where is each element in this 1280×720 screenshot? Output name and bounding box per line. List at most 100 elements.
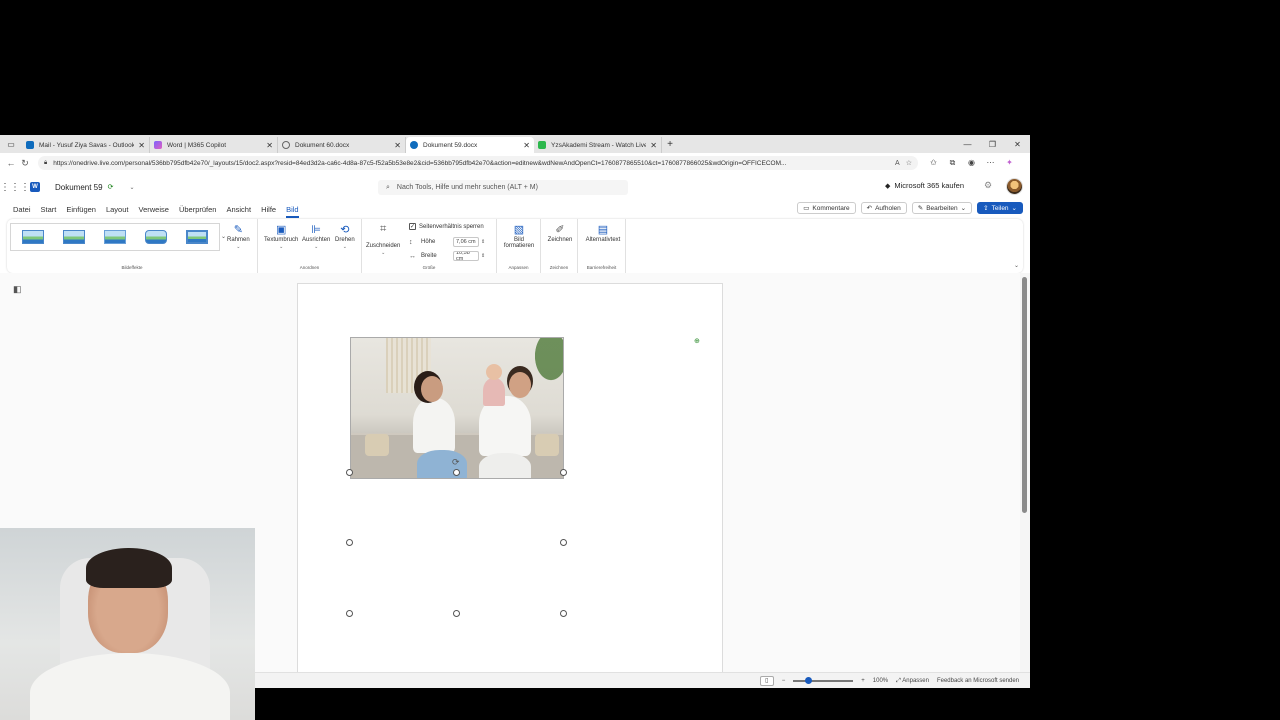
resize-handle-left[interactable] (346, 539, 353, 546)
align-button[interactable]: ⊫ Ausrichten ⌄ (302, 223, 330, 250)
share-label: Teilen (991, 204, 1009, 212)
rotate-button[interactable]: ⟲ Drehen ⌄ (335, 223, 355, 250)
lock-aspect-checkbox[interactable]: ✓ Seitenverhältnis sperren (409, 223, 484, 230)
tab-dokument-59[interactable]: Dokument 59.docx ✕ (406, 137, 534, 153)
close-icon[interactable]: ✕ (394, 141, 401, 150)
edit-mode-button[interactable]: ✎ Bearbeiten ⌄ (911, 202, 973, 214)
crop-button[interactable]: ⌗ Zuschneiden ⌄ (366, 223, 400, 256)
tab-word-copilot[interactable]: Word | M365 Copilot ✕ (150, 137, 278, 153)
tab-start[interactable]: Start (41, 205, 57, 214)
more-icon[interactable]: ⋯ (981, 158, 1000, 168)
favorite-star-icon[interactable]: ☆ (906, 159, 912, 167)
close-window-icon[interactable]: ✕ (1005, 140, 1030, 149)
gallery-more-icon[interactable]: ⌄ (221, 233, 226, 240)
picture-style-3[interactable] (96, 227, 134, 247)
catchup-button[interactable]: ↶ Aufholen (860, 202, 907, 214)
scrollbar-thumb[interactable] (1022, 277, 1027, 513)
tab-einfuegen[interactable]: Einfügen (66, 205, 96, 214)
resize-handle-top-right[interactable] (560, 469, 567, 476)
format-picture-icon: ▧ (513, 224, 525, 236)
vertical-scrollbar[interactable] (1020, 273, 1030, 679)
comments-button[interactable]: ▭ Kommentare (797, 202, 856, 214)
picture-style-1[interactable] (14, 227, 52, 247)
draw-button[interactable]: ✐ Zeichnen (545, 223, 575, 243)
tab-actions-icon[interactable]: ▭ (0, 135, 22, 153)
chevron-down-icon: ⌄ (1011, 205, 1017, 212)
share-button[interactable]: ⇪ Teilen ⌄ (977, 202, 1023, 214)
resize-handle-top[interactable] (453, 469, 460, 476)
border-button[interactable]: ✎ Rahmen ⌄ (227, 223, 250, 250)
new-tab-button[interactable]: + (662, 139, 678, 150)
close-icon[interactable]: ✕ (523, 141, 530, 150)
alt-text-button[interactable]: ▤ Alternativtext (582, 223, 624, 243)
tab-hilfe[interactable]: Hilfe (261, 205, 276, 214)
baby-head (486, 364, 502, 380)
height-spinner-icon[interactable]: ⇕ (481, 239, 485, 245)
lock-icon[interactable]: 🔒︎ (44, 160, 47, 167)
tab-verweise[interactable]: Verweise (139, 205, 169, 214)
read-aloud-icon[interactable]: A (895, 160, 900, 167)
resize-handle-top-left[interactable] (346, 469, 353, 476)
saved-status-icon[interactable]: ⟳ (108, 183, 114, 191)
width-spinner-icon[interactable]: ⇕ (481, 253, 485, 259)
chevron-down-icon[interactable]: ⌄ (129, 184, 134, 191)
crop-label: Zuschneiden (366, 243, 401, 249)
fit-button[interactable]: ⤢ Anpassen (896, 678, 929, 685)
tab-ueberpruefen[interactable]: Überprüfen (179, 205, 217, 214)
buy-365-button[interactable]: ◆ Microsoft 365 kaufen (885, 181, 964, 190)
ribbon-collapse-icon[interactable]: ⌄ (1014, 262, 1019, 269)
picture-style-4[interactable] (137, 227, 175, 247)
navigation-pane-icon[interactable]: ◧ (13, 284, 22, 295)
collections-icon[interactable]: ⧉ (943, 158, 962, 168)
zoom-slider[interactable] (793, 677, 854, 684)
tab-layout[interactable]: Layout (106, 205, 129, 214)
format-picture-button[interactable]: ▧ Bild formatieren (501, 223, 537, 249)
wrap-text-button[interactable]: ▣ Textumbruch ⌄ (264, 223, 298, 250)
tab-ansicht[interactable]: Ansicht (226, 205, 251, 214)
tab-datei[interactable]: Datei (13, 205, 31, 214)
tab-mail[interactable]: Mail - Yusuf Ziya Savas - Outlook ✕ (22, 137, 150, 153)
address-bar[interactable]: 🔒︎ https://onedrive.live.com/personal/53… (38, 156, 918, 170)
checkmark-icon: ✓ (409, 223, 416, 230)
search-input[interactable]: ⌕ Nach Tools, Hilfe und mehr suchen (ALT… (378, 180, 628, 195)
height-input[interactable]: 7,06 cm (453, 237, 479, 247)
word-logo-icon[interactable]: W (30, 182, 40, 192)
picture-style-5[interactable] (178, 227, 216, 247)
tab-yzsakademi[interactable]: YzsAkademi Stream - Watch Live ✕ (534, 137, 662, 153)
close-icon[interactable]: ✕ (138, 141, 145, 150)
layout-options-icon[interactable]: ⊕ (694, 337, 700, 345)
minimize-icon[interactable]: — (955, 140, 980, 149)
resize-handle-right[interactable] (560, 539, 567, 546)
document-page[interactable]: ⊕ (297, 283, 723, 683)
rotate-handle-icon[interactable]: ⟳ (452, 457, 460, 468)
maximize-icon[interactable]: ❐ (980, 140, 1005, 149)
gear-icon[interactable]: ⚙ (984, 180, 992, 191)
draw-icon: ✐ (555, 224, 565, 236)
feedback-link[interactable]: Feedback an Microsoft senden (937, 678, 1019, 684)
tab-bild[interactable]: Bild (286, 205, 299, 218)
refresh-icon[interactable]: ↻ (18, 158, 32, 169)
zoom-level[interactable]: 100% (873, 678, 888, 684)
arrange-group: ▣ Textumbruch ⌄ ⊫ Ausrichten ⌄ ⟲ Drehen … (258, 219, 362, 273)
width-label: Breite (421, 253, 437, 259)
page-layout-icon[interactable]: ▯ (759, 676, 774, 686)
profile-icon[interactable]: ◉ (962, 158, 981, 168)
zoom-in-icon[interactable]: + (861, 678, 865, 684)
resize-handle-bottom-right[interactable] (560, 610, 567, 617)
app-launcher-icon[interactable]: ⋮⋮⋮ (0, 182, 30, 193)
resize-handle-bottom-left[interactable] (346, 610, 353, 617)
close-icon[interactable]: ✕ (650, 141, 657, 150)
zoom-slider-knob[interactable] (804, 677, 812, 684)
favorites-icon[interactable]: ✩ (924, 158, 943, 168)
copilot-icon[interactable]: ✦ (1000, 158, 1019, 168)
width-input[interactable]: 10,58 cm (453, 251, 479, 261)
zoom-out-icon[interactable]: − (782, 678, 786, 684)
picture-style-icon (145, 230, 167, 244)
avatar[interactable] (1006, 178, 1023, 195)
close-icon[interactable]: ✕ (266, 141, 273, 150)
document-title[interactable]: Dokument 59 (55, 183, 103, 192)
picture-style-2[interactable] (55, 227, 93, 247)
tab-dokument-60[interactable]: Dokument 60.docx ✕ (278, 137, 406, 153)
back-icon[interactable]: ← (4, 158, 18, 168)
resize-handle-bottom[interactable] (453, 610, 460, 617)
